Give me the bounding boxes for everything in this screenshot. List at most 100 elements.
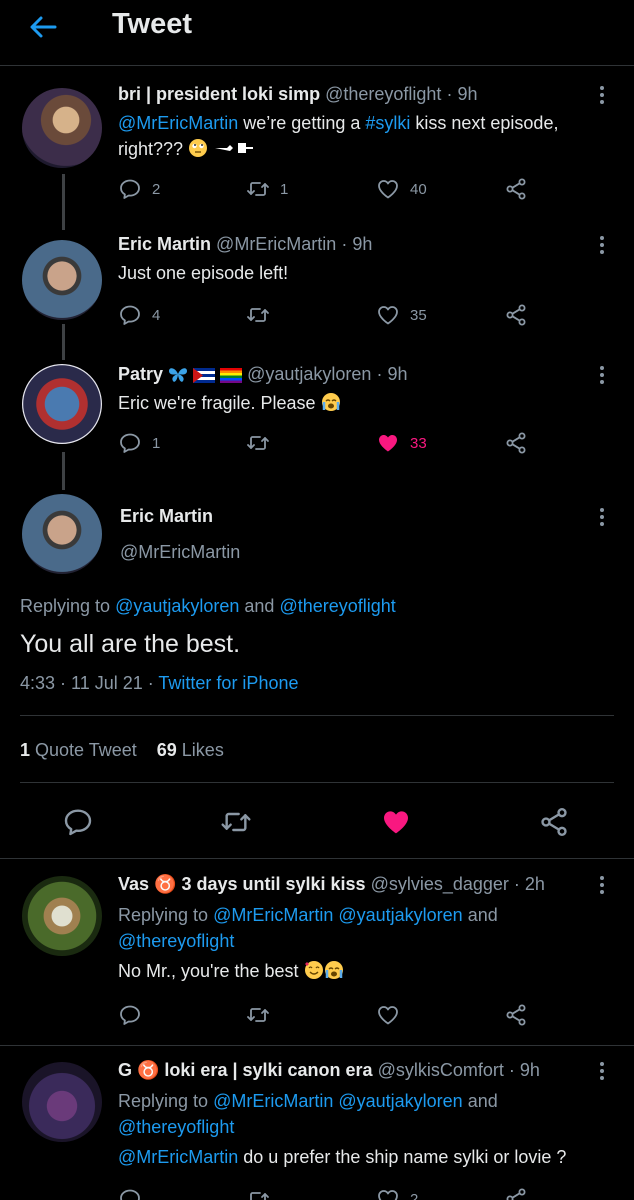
like-button[interactable]: 35	[376, 300, 427, 330]
retweet-icon[interactable]	[220, 806, 252, 838]
avatar[interactable]	[22, 240, 102, 320]
cuba-flag-icon	[193, 368, 216, 383]
like-count: 33	[410, 434, 427, 452]
mention-link[interactable]: @MrEricMartin	[118, 1147, 238, 1167]
reply-icon[interactable]	[62, 806, 94, 838]
avatar[interactable]	[22, 876, 102, 956]
avatar[interactable]	[22, 88, 102, 168]
divider	[0, 858, 634, 859]
handle[interactable]: @thereyoflight	[325, 84, 441, 104]
display-name[interactable]: Eric Martin	[118, 234, 211, 254]
crying-face-emoji-icon	[324, 961, 343, 979]
quote-tweets-stat[interactable]: 1 Quote Tweet	[20, 740, 137, 760]
share-button[interactable]	[504, 1184, 528, 1200]
mention-link[interactable]: @MrEricMartin	[213, 1091, 333, 1111]
back-arrow-icon[interactable]	[26, 10, 60, 44]
quote-count: 1	[20, 740, 31, 760]
share-button[interactable]	[504, 174, 528, 204]
retweet-button[interactable]	[246, 1184, 270, 1200]
handle[interactable]: @sylvies_dagger	[371, 874, 509, 894]
heart-filled-icon[interactable]	[380, 806, 412, 838]
retweet-button[interactable]	[246, 1000, 270, 1030]
mention-link[interactable]: @thereyoflight	[118, 931, 234, 951]
reply-icon	[118, 303, 142, 327]
tweet-text: @MrEricMartin do u prefer the ship name …	[118, 1144, 608, 1170]
heart-icon	[376, 177, 400, 201]
more-options-icon[interactable]	[598, 508, 606, 529]
share-button[interactable]	[504, 300, 528, 330]
like-button[interactable]: 33	[376, 428, 427, 458]
reply-button[interactable]: 2	[118, 174, 160, 204]
reply-button[interactable]	[118, 1184, 142, 1200]
replying-prefix: Replying to	[20, 596, 116, 616]
heart-icon	[376, 1003, 400, 1027]
smiling-hearts-emoji-icon	[304, 961, 323, 979]
heart-filled-icon	[376, 431, 400, 455]
like-button[interactable]	[376, 1000, 400, 1030]
avatar[interactable]	[22, 494, 102, 574]
handle[interactable]: @yautjakyloren	[247, 364, 371, 384]
display-name[interactable]: Vas ♉ 3 days until sylki kiss	[118, 874, 366, 894]
tweet-text: @MrEricMartin we’re getting a #sylki kis…	[118, 110, 608, 162]
mention-link[interactable]: @thereyoflight	[118, 1117, 234, 1137]
share-button[interactable]	[504, 428, 528, 458]
reply-button[interactable]: 4	[118, 300, 160, 330]
share-icon	[504, 1003, 528, 1027]
avatar[interactable]	[22, 364, 102, 444]
like-button[interactable]: 2	[376, 1184, 418, 1200]
share-icon	[504, 303, 528, 327]
likes-stat[interactable]: 69 Likes	[157, 740, 224, 760]
source-link[interactable]: Twitter for iPhone	[158, 673, 298, 693]
avatar[interactable]	[22, 1062, 102, 1142]
rolling-eyes-emoji-icon	[189, 139, 208, 157]
tweet-actions: 4 35	[118, 300, 538, 330]
share-icon[interactable]	[538, 806, 570, 838]
retweet-button[interactable]	[246, 300, 270, 330]
timestamp: · 9h	[508, 1060, 540, 1080]
mention-link[interactable]: @MrEricMartin	[213, 905, 333, 925]
reply-icon	[118, 431, 142, 455]
share-button[interactable]	[504, 1000, 528, 1030]
more-options-icon[interactable]	[598, 366, 606, 387]
hashtag-link[interactable]: #sylki	[365, 113, 410, 133]
likes-label: Likes	[176, 740, 224, 760]
mention-link[interactable]: @MrEricMartin	[118, 113, 238, 133]
retweet-count: 1	[280, 180, 289, 198]
mention-link[interactable]: @thereyoflight	[279, 596, 395, 616]
like-count: 40	[410, 180, 427, 198]
pointing-hands-emoji-icon	[215, 143, 254, 153]
handle[interactable]: @MrEricMartin	[216, 234, 336, 254]
tweet-stats: 1 Quote Tweet 69 Likes	[20, 740, 224, 761]
more-options-icon[interactable]	[598, 86, 606, 107]
retweet-button[interactable]: 1	[246, 174, 288, 204]
more-options-icon[interactable]	[598, 1062, 606, 1083]
display-name[interactable]: G ♉ loki era | sylki canon era	[118, 1060, 373, 1080]
like-count: 35	[410, 306, 427, 324]
top-bar: Tweet	[0, 0, 634, 66]
reply-button[interactable]	[118, 1000, 142, 1030]
retweet-icon	[246, 431, 270, 455]
display-name[interactable]: Patry	[118, 364, 163, 384]
likes-count: 69	[156, 740, 177, 760]
heart-icon	[376, 303, 400, 327]
timestamp: 4:33 · 11 Jul 21 ·	[20, 673, 159, 693]
mention-link[interactable]: @yautjakyloren	[115, 596, 239, 616]
reply-count: 2	[152, 180, 161, 198]
mention-link[interactable]: @yautjakyloren	[338, 905, 462, 925]
replying-and: and	[462, 905, 498, 925]
display-name[interactable]: Eric Martin	[120, 506, 213, 527]
replying-prefix: Replying to	[118, 905, 214, 925]
reply-button[interactable]: 1	[118, 428, 160, 458]
handle[interactable]: @MrEricMartin	[120, 542, 240, 563]
reply-icon	[118, 1187, 142, 1200]
replying-to: Replying to @MrEricMartin @yautjakyloren…	[118, 902, 608, 954]
retweet-button[interactable]	[246, 428, 270, 458]
retweet-icon	[246, 177, 270, 201]
handle[interactable]: @sylkisComfort	[378, 1060, 504, 1080]
timestamp: · 2h	[513, 874, 545, 894]
more-options-icon[interactable]	[598, 876, 606, 897]
mention-link[interactable]: @yautjakyloren	[338, 1091, 462, 1111]
more-options-icon[interactable]	[598, 236, 606, 257]
like-button[interactable]: 40	[376, 174, 427, 204]
display-name[interactable]: bri | president loki simp	[118, 84, 320, 104]
